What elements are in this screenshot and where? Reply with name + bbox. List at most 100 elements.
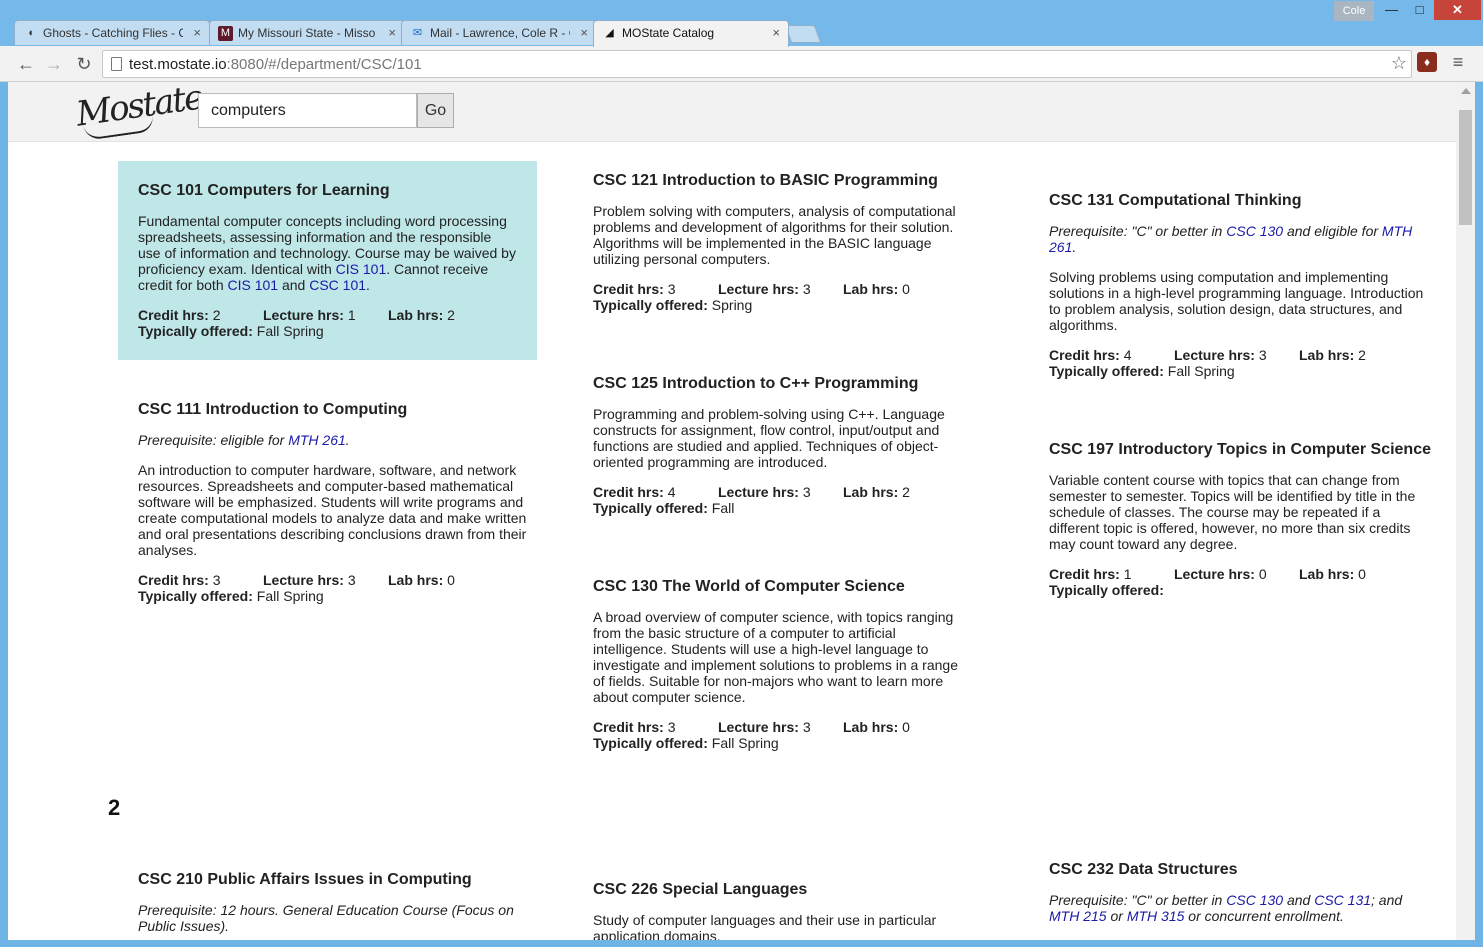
- mail-icon: ✉: [412, 27, 423, 39]
- course-description: Variable content course with topics that…: [1049, 472, 1416, 552]
- course-hours: Credit hrs: 4 Lecture hrs: 3 Lab hrs: 2: [593, 484, 910, 500]
- credit-hrs-value: 2: [212, 307, 221, 323]
- course-title: CSC 101 Computers for Learning: [138, 182, 390, 199]
- course-offered: Typically offered: Fall Spring: [138, 323, 324, 339]
- page-icon: [111, 57, 122, 71]
- lab-hrs-value: 2: [447, 307, 455, 323]
- course-description: Problem solving with computers, analysis…: [593, 203, 956, 267]
- tab-ghosts[interactable]: ◖ Ghosts - Catching Flies - C ×: [14, 20, 210, 45]
- course-link-mth-315[interactable]: MTH 315: [1127, 908, 1185, 924]
- course-description: A broad overview of computer science, wi…: [593, 609, 958, 705]
- course-description: Programming and problem-solving using C+…: [593, 406, 945, 470]
- course-csc-226[interactable]: CSC 226 Special Languages Study of compu…: [593, 880, 973, 940]
- credit-hrs-label: Credit hrs:: [138, 307, 209, 323]
- course-offered: Typically offered:: [1049, 582, 1164, 598]
- course-offered: Typically offered: Fall Spring: [138, 588, 324, 604]
- course-hours: Credit hrs: 1 Lecture hrs: 0 Lab hrs: 0: [1049, 566, 1366, 582]
- course-title: CSC 226 Special Languages: [593, 881, 808, 898]
- address-bar[interactable]: test.mostate.io:8080/#/department/CSC/10…: [102, 50, 1412, 78]
- course-hours: Credit hrs: 3 Lecture hrs: 3 Lab hrs: 0: [593, 719, 910, 735]
- lecture-hrs-value: 1: [347, 307, 356, 323]
- course-link-cis-101[interactable]: CIS 101: [228, 277, 279, 293]
- course-csc-130[interactable]: CSC 130 The World of Computer Science A …: [593, 577, 973, 751]
- course-offered: Typically offered: Fall Spring: [593, 735, 779, 751]
- extension-icon[interactable]: ♦: [1417, 52, 1437, 72]
- course-csc-232[interactable]: CSC 232 Data Structures Prerequisite: "C…: [1049, 860, 1429, 938]
- course-title: CSC 111 Introduction to Computing: [138, 401, 408, 418]
- tab-title: Ghosts - Catching Flies - C: [43, 26, 183, 40]
- course-description: Study of computer languages and their us…: [593, 912, 937, 940]
- tab-title: Mail - Lawrence, Cole R - C: [430, 26, 570, 40]
- scrollbar-thumb[interactable]: [1459, 110, 1472, 225]
- course-link-cis-101[interactable]: CIS 101: [336, 261, 387, 277]
- course-link-csc-131[interactable]: CSC 131: [1314, 892, 1371, 908]
- bear-icon: ◢: [605, 27, 614, 39]
- course-prerequisite: Prerequisite: 12 hours. General Educatio…: [138, 902, 514, 934]
- tab-mail[interactable]: ✉ Mail - Lawrence, Cole R - C ×: [401, 20, 597, 45]
- course-title: CSC 197 Introductory Topics in Computer …: [1049, 441, 1431, 458]
- vertical-scrollbar[interactable]: [1456, 82, 1475, 940]
- course-link-csc-101[interactable]: CSC 101: [309, 277, 366, 293]
- course-csc-131[interactable]: CSC 131 Computational Thinking Prerequis…: [1049, 191, 1429, 379]
- course-description: An introduction to computer hardware, so…: [138, 462, 527, 558]
- forward-arrow-icon[interactable]: →: [42, 52, 66, 76]
- course-hours: Credit hrs: 3 Lecture hrs: 3 Lab hrs: 0: [138, 572, 455, 588]
- browser-title-bar: ◖ Ghosts - Catching Flies - C × M My Mis…: [0, 0, 1483, 47]
- menu-icon[interactable]: ≡: [1450, 52, 1466, 73]
- close-icon[interactable]: ×: [193, 25, 201, 40]
- course-csc-125[interactable]: CSC 125 Introduction to C++ Programming …: [593, 374, 973, 516]
- tab-title: MOState Catalog: [622, 26, 715, 40]
- search-input[interactable]: [198, 93, 417, 128]
- course-csc-101[interactable]: CSC 101 Computers for Learning Fundament…: [118, 161, 537, 360]
- lecture-hrs-label: Lecture hrs:: [263, 307, 344, 323]
- section-heading-200-level: 2: [108, 795, 121, 820]
- course-title: CSC 125 Introduction to C++ Programming: [593, 375, 919, 392]
- tab-my-missouri-state[interactable]: M My Missouri State - Misso ×: [209, 20, 405, 45]
- profile-badge[interactable]: Cole: [1334, 1, 1374, 21]
- course-prerequisite: Prerequisite: "C" or better in CSC 130 a…: [1049, 223, 1413, 255]
- course-title: CSC 232 Data Structures: [1049, 861, 1238, 878]
- course-title: CSC 130 The World of Computer Science: [593, 578, 905, 595]
- course-title: CSC 121 Introduction to BASIC Programmin…: [593, 172, 938, 189]
- course-offered: Typically offered: Fall: [593, 500, 735, 516]
- browser-toolbar: ← → ↻ test.mostate.io:8080/#/department/…: [0, 46, 1483, 82]
- minimize-icon[interactable]: —: [1378, 0, 1405, 20]
- new-tab-button[interactable]: [784, 25, 822, 43]
- maximize-icon[interactable]: □: [1406, 0, 1433, 20]
- course-link-mth-261[interactable]: MTH 261: [288, 432, 346, 448]
- page-viewport: Mostate Go CSC 101 Computers for Learnin…: [8, 82, 1456, 940]
- scroll-up-arrow-icon[interactable]: [1461, 88, 1471, 94]
- window-close-icon[interactable]: ✕: [1434, 0, 1481, 20]
- catalog-header: Mostate Go: [8, 82, 1456, 142]
- course-csc-210[interactable]: CSC 210 Public Affairs Issues in Computi…: [138, 870, 518, 940]
- close-icon[interactable]: ×: [580, 25, 588, 40]
- close-icon[interactable]: ×: [772, 25, 780, 40]
- course-description: Fundamental computer concepts including …: [138, 213, 516, 293]
- course-hours: Credit hrs: 2 Lecture hrs: 1 Lab hrs: 2: [138, 307, 517, 323]
- url-host: test.mostate.io: [129, 56, 227, 73]
- m-logo-icon: M: [218, 26, 233, 41]
- course-offered: Typically offered: Spring: [593, 297, 753, 313]
- tab-mostate-catalog[interactable]: ◢ MOState Catalog ×: [593, 20, 789, 47]
- bookmark-star-icon[interactable]: ☆: [1391, 53, 1407, 74]
- course-csc-121[interactable]: CSC 121 Introduction to BASIC Programmin…: [593, 171, 973, 313]
- course-title: CSC 210 Public Affairs Issues in Computi…: [138, 871, 472, 888]
- course-prerequisite: Prerequisite: "C" or better in CSC 130 a…: [1049, 892, 1403, 924]
- lab-hrs-label: Lab hrs:: [388, 307, 444, 323]
- course-offered: Typically offered: Fall Spring: [1049, 363, 1235, 379]
- course-csc-197[interactable]: CSC 197 Introductory Topics in Computer …: [1049, 440, 1434, 598]
- reload-icon[interactable]: ↻: [72, 52, 96, 76]
- course-title: CSC 131 Computational Thinking: [1049, 192, 1302, 209]
- course-link-mth-215[interactable]: MTH 215: [1049, 908, 1107, 924]
- tab-title: My Missouri State - Misso: [238, 26, 376, 40]
- course-hours: Credit hrs: 3 Lecture hrs: 3 Lab hrs: 0: [593, 281, 910, 297]
- url-path: :8080/#/department/CSC/101: [226, 56, 422, 73]
- go-button[interactable]: Go: [417, 93, 454, 128]
- course-csc-111[interactable]: CSC 111 Introduction to Computing Prereq…: [138, 400, 528, 604]
- course-hours: Credit hrs: 4 Lecture hrs: 3 Lab hrs: 2: [1049, 347, 1366, 363]
- close-icon[interactable]: ×: [388, 25, 396, 40]
- course-link-csc-130[interactable]: CSC 130: [1226, 892, 1283, 908]
- course-link-csc-130[interactable]: CSC 130: [1226, 223, 1283, 239]
- back-arrow-icon[interactable]: ←: [14, 52, 38, 76]
- headphones-icon: ◖: [27, 27, 34, 39]
